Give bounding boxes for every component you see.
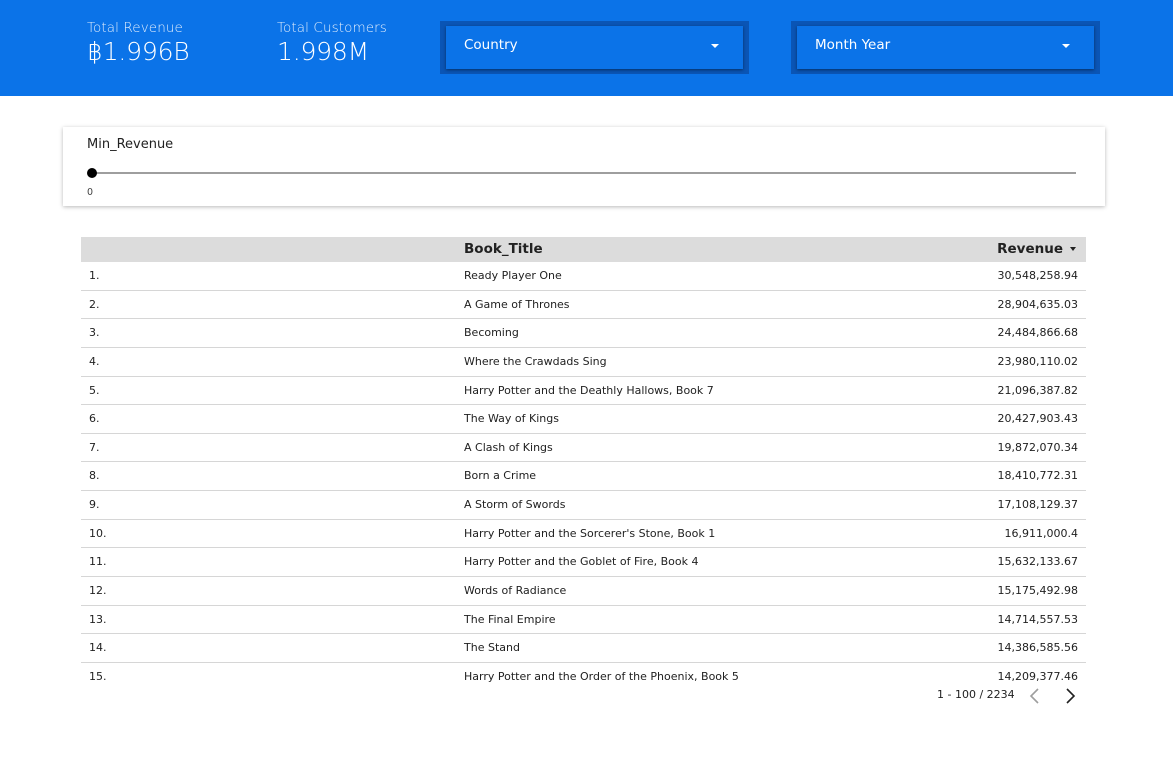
row-index: 1.	[89, 269, 100, 282]
book-title-cell: Born a Crime	[464, 469, 537, 483]
pagination-range: 1 - 100 / 2234	[937, 688, 1015, 701]
table-row[interactable]: 6. The Way of Kings 20,427,903.43	[81, 405, 1086, 434]
book-title-cell: Harry Potter and the Goblet of Fire, Boo…	[464, 555, 699, 569]
revenue-cell: 21,096,387.82	[997, 383, 1078, 397]
row-index: 12.	[89, 584, 107, 598]
slider-value: 0	[87, 187, 94, 198]
book-title-cell: Harry Potter and the Order of the Phoeni…	[464, 669, 739, 683]
row-index: 2.	[89, 297, 100, 311]
previous-page-button[interactable]	[1026, 686, 1044, 706]
row-index: 10.	[89, 526, 107, 540]
table-row[interactable]: 3. Becoming 24,484,866.68	[81, 319, 1086, 348]
revenue-cell: 19,872,070.34	[997, 440, 1078, 454]
table-row[interactable]: 14. The Stand 14,386,585.56	[81, 634, 1086, 663]
min-revenue-slider-card: Min_Revenue 0	[63, 127, 1105, 206]
row-index: 3.	[89, 326, 100, 340]
revenue-cell: 15,175,492.98	[997, 584, 1078, 598]
revenue-cell: 15,632,133.67	[997, 555, 1078, 569]
book-title-cell: The Final Empire	[464, 612, 556, 626]
next-page-button[interactable]	[1062, 686, 1080, 706]
revenue-cell: 16,911,000.4	[1004, 526, 1078, 540]
column-header-label: Revenue	[997, 241, 1063, 257]
country-dropdown[interactable]: Country	[446, 26, 743, 69]
book-title-cell: The Stand	[464, 641, 520, 655]
table-row[interactable]: 1. Ready Player One 30,548,258.94	[81, 262, 1086, 291]
book-title-cell: Ready Player One	[464, 269, 562, 282]
table-row[interactable]: 11. Harry Potter and the Goblet of Fire, …	[81, 548, 1086, 578]
table-row[interactable]: 9. A Storm of Swords 17,108,129.37	[81, 491, 1086, 520]
book-title-cell: The Way of Kings	[464, 412, 559, 426]
table-body: 1. Ready Player One 30,548,258.94 2. A Game …	[81, 262, 1086, 692]
revenue-cell: 23,980,110.02	[997, 354, 1078, 368]
book-title-cell: Where the Crawdads Sing	[464, 354, 607, 368]
revenue-cell: 30,548,258.94	[997, 269, 1078, 282]
kpi-label: Total Customers	[277, 20, 387, 36]
book-revenue-table: Book_Title Revenue 1. Ready Player One 30,…	[81, 237, 1086, 692]
chevron-right-icon	[1066, 688, 1076, 704]
row-index: 14.	[89, 641, 107, 655]
kpi-total-customers: Total Customers 1.998M	[277, 20, 387, 66]
revenue-cell: 14,386,585.56	[997, 641, 1078, 655]
table-row[interactable]: 12. Words of Radiance 15,175,492.98	[81, 577, 1086, 606]
caret-down-icon	[711, 44, 719, 48]
revenue-cell: 17,108,129.37	[997, 498, 1078, 512]
revenue-cell: 24,484,866.68	[997, 326, 1078, 340]
month-year-filter-frame: Month Year	[791, 21, 1100, 74]
book-title-cell: Harry Potter and the Sorcerer's Stone, B…	[464, 526, 716, 540]
revenue-cell: 28,904,635.03	[997, 297, 1078, 311]
table-row[interactable]: 10. Harry Potter and the Sorcerer's Stone…	[81, 520, 1086, 549]
row-index: 7.	[89, 440, 100, 454]
book-title-cell: Harry Potter and the Deathly Hallows, Bo…	[464, 383, 714, 397]
column-header-label: Book_Title	[464, 241, 543, 257]
slider-title: Min_Revenue	[87, 137, 174, 152]
column-header-revenue[interactable]: Revenue	[997, 241, 1076, 257]
dropdown-label: Country	[464, 37, 518, 53]
table-row[interactable]: 15. Harry Potter and the Order of the Pho…	[81, 663, 1086, 692]
kpi-total-revenue: Total Revenue ฿1.996B	[87, 20, 190, 66]
table-row[interactable]: 2. A Game of Thrones 28,904,635.03	[81, 291, 1086, 320]
row-index: 15.	[89, 669, 107, 683]
table-header: Book_Title Revenue	[81, 237, 1086, 262]
slider-track[interactable]	[92, 172, 1076, 174]
country-filter-frame: Country	[440, 21, 749, 74]
dashboard-header: Total Revenue ฿1.996B Total Customers 1.…	[0, 0, 1173, 96]
table-row[interactable]: 4. Where the Crawdads Sing 23,980,110.02	[81, 348, 1086, 377]
row-index: 11.	[89, 555, 107, 569]
kpi-value: ฿1.996B	[87, 37, 190, 66]
kpi-label: Total Revenue	[87, 20, 183, 36]
book-title-cell: A Clash of Kings	[464, 440, 553, 454]
row-index: 4.	[89, 354, 100, 368]
book-title-cell: A Storm of Swords	[464, 498, 566, 512]
sort-desc-icon	[1070, 247, 1076, 251]
kpi-value: 1.998M	[277, 37, 369, 66]
row-index: 6.	[89, 412, 100, 426]
revenue-cell: 14,714,557.53	[997, 612, 1078, 626]
table-row[interactable]: 8. Born a Crime 18,410,772.31	[81, 462, 1086, 492]
row-index: 13.	[89, 612, 107, 626]
caret-down-icon	[1062, 44, 1070, 48]
month-year-dropdown[interactable]: Month Year	[797, 26, 1094, 69]
dropdown-label: Month Year	[815, 37, 891, 53]
row-index: 8.	[89, 469, 100, 483]
revenue-cell: 20,427,903.43	[997, 412, 1078, 426]
revenue-cell: 14,209,377.46	[997, 669, 1078, 683]
revenue-cell: 18,410,772.31	[997, 469, 1078, 483]
table-row[interactable]: 7. A Clash of Kings 19,872,070.34	[81, 434, 1086, 463]
row-index: 9.	[89, 498, 100, 512]
slider-thumb[interactable]	[87, 168, 97, 178]
book-title-cell: A Game of Thrones	[464, 297, 570, 311]
column-header-book-title[interactable]: Book_Title	[464, 241, 543, 257]
book-title-cell: Words of Radiance	[464, 584, 567, 598]
row-index: 5.	[89, 383, 100, 397]
table-row[interactable]: 5. Harry Potter and the Deathly Hallows, …	[81, 377, 1086, 406]
table-row[interactable]: 13. The Final Empire 14,714,557.53	[81, 606, 1086, 635]
chevron-left-icon	[1029, 688, 1039, 704]
book-title-cell: Becoming	[464, 326, 519, 340]
